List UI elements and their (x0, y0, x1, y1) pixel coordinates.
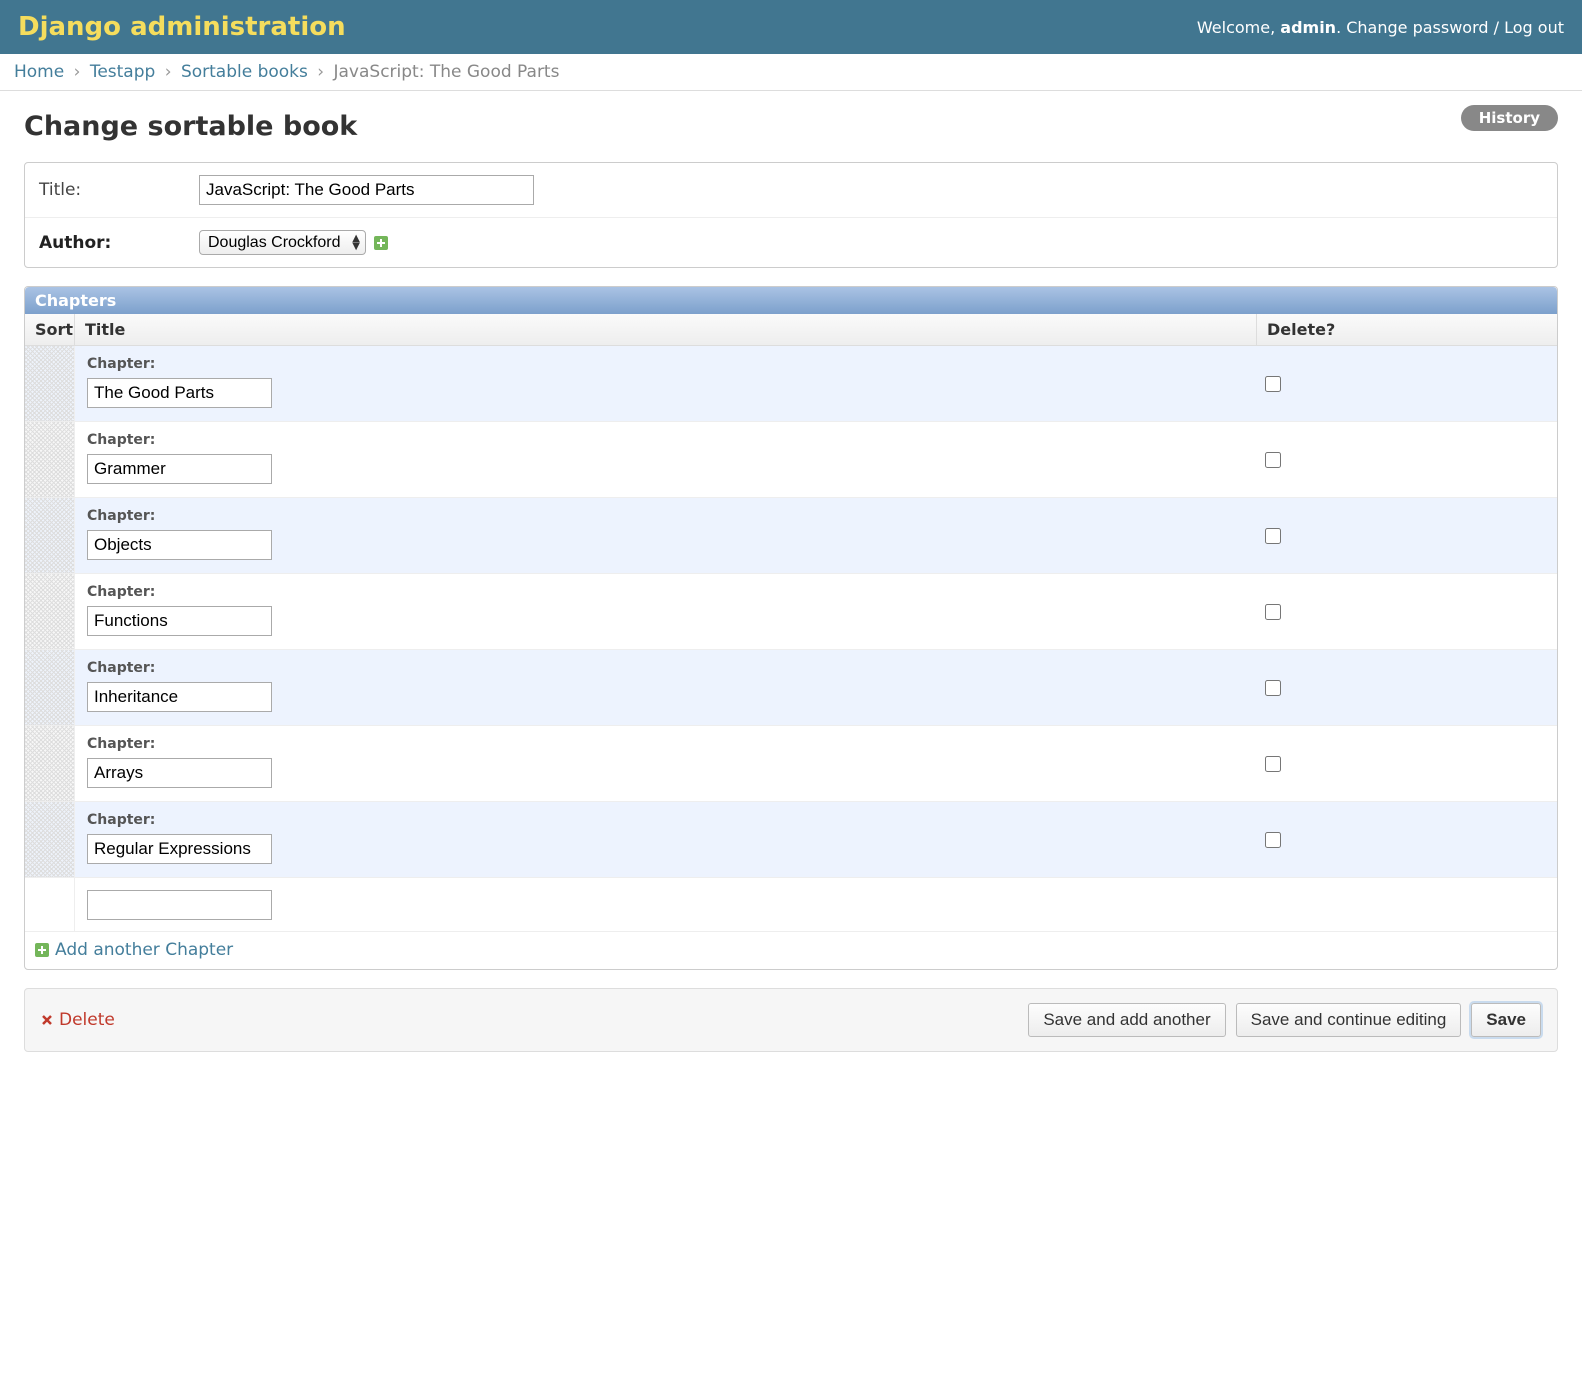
add-row: Add another Chapter (25, 932, 1557, 969)
add-author-button[interactable] (374, 236, 388, 250)
author-label: Author: (39, 233, 199, 253)
sort-handle[interactable] (25, 802, 75, 877)
object-tools: History (1461, 105, 1558, 131)
breadcrumbs: Home › Testapp › Sortable books › JavaSc… (0, 54, 1582, 91)
sort-handle (25, 878, 75, 931)
welcome-prefix: Welcome, (1197, 18, 1280, 37)
inline-row: Chapter: (25, 574, 1557, 650)
save-button[interactable] (1471, 1003, 1541, 1037)
breadcrumb-sep: › (165, 62, 172, 82)
inline-row: Chapter: (25, 650, 1557, 726)
chapter-mini-label: Chapter: (87, 736, 1245, 752)
add-another-chapter[interactable]: Add another Chapter (35, 940, 233, 960)
main-fieldset: Title: Author: Douglas Crockford ▲▼ (24, 162, 1558, 268)
inline-row: Chapter: (25, 422, 1557, 498)
sort-handle[interactable] (25, 498, 75, 573)
page-title: Change sortable book (24, 111, 1558, 142)
form-row-title: Title: (25, 163, 1557, 218)
chapter-title-input-empty[interactable] (87, 890, 272, 920)
chapter-title-input[interactable] (87, 606, 272, 636)
sort-handle[interactable] (25, 422, 75, 497)
chapter-title-input[interactable] (87, 454, 272, 484)
form-row-author: Author: Douglas Crockford ▲▼ (25, 218, 1557, 267)
history-button[interactable]: History (1461, 105, 1558, 131)
inline-empty-row (25, 878, 1557, 932)
admin-header: Django administration Welcome, admin. Ch… (0, 0, 1582, 54)
breadcrumb-sep: › (74, 62, 81, 82)
inline-rows: Chapter: Chapter: Chapter: Chapter: Chapter:… (25, 346, 1557, 878)
breadcrumb-current: JavaScript: The Good Parts (334, 62, 560, 82)
delete-link[interactable]: Delete (41, 1010, 115, 1030)
breadcrumb-app[interactable]: Testapp (90, 62, 155, 82)
sort-handle[interactable] (25, 650, 75, 725)
x-icon (41, 1014, 53, 1026)
chapter-title-input[interactable] (87, 834, 272, 864)
chapter-mini-label: Chapter: (87, 812, 1245, 828)
chapter-title-input[interactable] (87, 758, 272, 788)
inline-heading: Chapters (25, 287, 1557, 314)
title-input[interactable] (199, 175, 534, 205)
plus-icon (374, 236, 388, 250)
chapters-inline: Chapters Sort Title Delete? Chapter:Chap… (24, 286, 1558, 970)
delete-label: Delete (59, 1010, 115, 1030)
sort-handle[interactable] (25, 574, 75, 649)
user-tools: Welcome, admin. Change password / Log ou… (1197, 18, 1564, 37)
col-delete: Delete? (1257, 314, 1557, 345)
chapter-mini-label: Chapter: (87, 508, 1245, 524)
chapter-mini-label: Chapter: (87, 660, 1245, 676)
delete-checkbox[interactable] (1265, 452, 1281, 468)
inline-row: Chapter: (25, 346, 1557, 422)
username: admin (1280, 18, 1336, 37)
inline-row: Chapter: (25, 498, 1557, 574)
delete-checkbox[interactable] (1265, 528, 1281, 544)
chapter-title-input[interactable] (87, 530, 272, 560)
col-title: Title (75, 314, 1257, 345)
chapter-title-input[interactable] (87, 378, 272, 408)
delete-checkbox[interactable] (1265, 680, 1281, 696)
content: History Change sortable book Title: Auth… (0, 91, 1582, 1072)
breadcrumb-home[interactable]: Home (14, 62, 64, 82)
sort-handle[interactable] (25, 346, 75, 421)
delete-checkbox[interactable] (1265, 376, 1281, 392)
delete-checkbox[interactable] (1265, 832, 1281, 848)
welcome-suffix: . (1336, 18, 1346, 37)
user-tools-sep: / (1494, 18, 1504, 37)
chapter-mini-label: Chapter: (87, 432, 1245, 448)
delete-checkbox[interactable] (1265, 604, 1281, 620)
save-continue-button[interactable] (1236, 1003, 1462, 1037)
inline-row: Chapter: (25, 802, 1557, 878)
plus-icon (35, 943, 49, 957)
save-add-another-button[interactable] (1028, 1003, 1225, 1037)
breadcrumb-model[interactable]: Sortable books (181, 62, 308, 82)
change-password-link[interactable]: Change password (1346, 18, 1488, 37)
title-label: Title: (39, 180, 199, 200)
add-another-label: Add another Chapter (55, 940, 233, 960)
chapter-mini-label: Chapter: (87, 584, 1245, 600)
delete-checkbox[interactable] (1265, 756, 1281, 772)
submit-row: Delete (24, 988, 1558, 1052)
logout-link[interactable]: Log out (1504, 18, 1564, 37)
author-select[interactable]: Douglas Crockford (199, 230, 366, 255)
inline-thead: Sort Title Delete? (25, 314, 1557, 346)
chapter-mini-label: Chapter: (87, 356, 1245, 372)
inline-row: Chapter: (25, 726, 1557, 802)
sort-handle[interactable] (25, 726, 75, 801)
breadcrumb-sep: › (317, 62, 324, 82)
col-sort: Sort (25, 314, 75, 345)
branding: Django administration (18, 12, 346, 42)
chapter-title-input[interactable] (87, 682, 272, 712)
